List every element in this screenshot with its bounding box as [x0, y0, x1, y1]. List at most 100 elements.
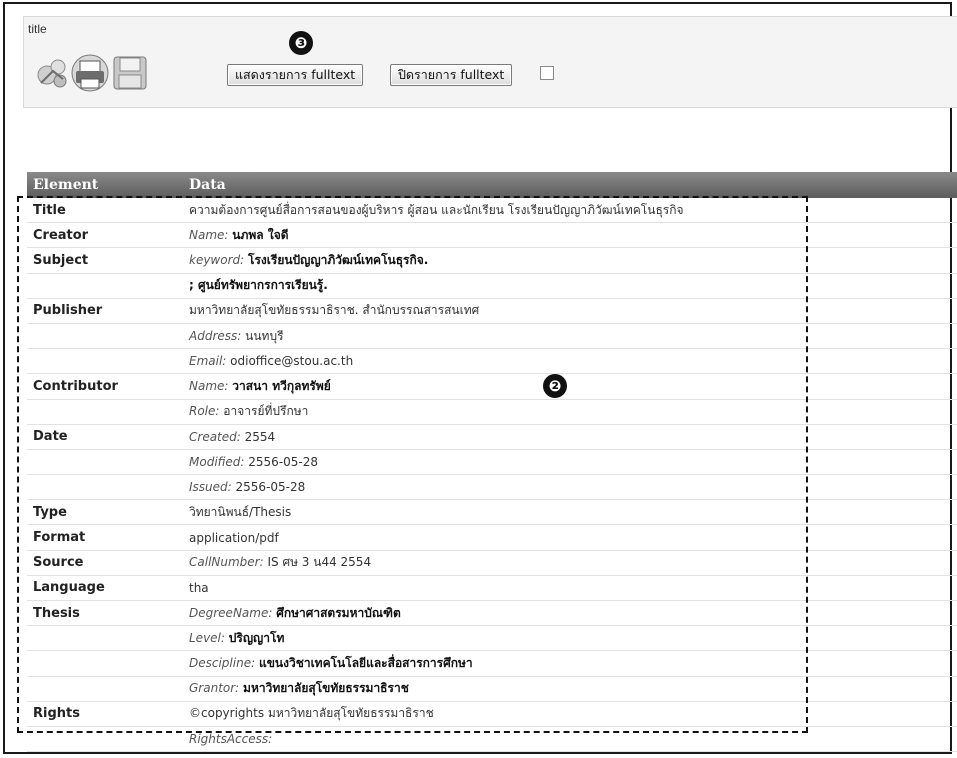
metadata-table: Element Data Title ความต้องการศูนย์สื่อกา… [27, 172, 957, 753]
data-cell: Role: อาจารย์ที่ปรึกษา [183, 399, 957, 425]
table-row: Address: นนทบุรี [27, 323, 957, 350]
element-cell [27, 650, 183, 677]
field-value: application/pdf [189, 530, 279, 545]
element-cell: Publisher [27, 298, 183, 324]
data-cell: Address: นนทบุรี [183, 323, 957, 350]
element-cell [27, 726, 183, 753]
element-cell [27, 474, 183, 501]
table-row: Issued: 2556-05-28 [27, 474, 957, 501]
data-cell: วิทยานิพนธ์/Thesis [183, 499, 957, 526]
data-cell: Issued: 2556-05-28 [183, 474, 957, 501]
data-cell: Name: นภพล ใจดี [183, 222, 957, 249]
field-value: โรงเรียนปัญญาภิวัฒน์เทคโนธุรกิจ. [248, 252, 429, 267]
field-label: Grantor: [189, 681, 240, 696]
data-cell: ©copyrights มหาวิทยาลัยสุโขทัยธรรมาธิราช [183, 701, 957, 727]
table-row: Title ความต้องการศูนย์สื่อการสอนของผู้บริ… [27, 198, 957, 224]
table-row: Source CallNumber: IS ศษ 3 น44 2554 [27, 550, 957, 576]
element-cell [27, 348, 183, 375]
element-cell: Source [27, 550, 183, 576]
field-label: Created: [189, 429, 241, 444]
table-row: Grantor: มหาวิทยาลัยสุโขทัยธรรมาธิราช [27, 676, 957, 702]
field-value: 2556-05-28 [235, 480, 306, 495]
table-row: Thesis DegreeName: ศึกษาศาสตรมหาบัณฑิต [27, 600, 957, 627]
data-cell: มหาวิทยาลัยสุโขทัยธรรมาธิราช. สำนักบรรณส… [183, 298, 957, 324]
field-value: IS ศษ 3 น44 2554 [267, 555, 372, 570]
field-value: tha [189, 580, 209, 595]
field-value: วิทยานิพนธ์/Thesis [189, 504, 292, 519]
field-value: แขนงวิชาเทคโนโลยีและสื่อสารการศึกษา [258, 655, 473, 670]
table-row: Level: ปริญญาโท [27, 625, 957, 652]
field-label: RightsAccess: [189, 732, 273, 747]
element-cell: Rights [27, 701, 183, 727]
save-icon[interactable] [110, 53, 150, 93]
data-cell: Descipline: แขนงวิชาเทคโนโลยีและสื่อสารก… [183, 650, 957, 677]
table-row: Format application/pdf [27, 524, 957, 551]
table-row: Publisher มหาวิทยาลัยสุโขทัยธรรมาธิราช. ส… [27, 298, 957, 324]
print-icon[interactable] [70, 53, 110, 93]
toolbar-panel: title แสดงรายการ fulltext ปิดรายการ full… [23, 16, 957, 108]
field-label: Issued: [189, 480, 232, 495]
field-label: Descipline: [189, 655, 256, 670]
table-row: Type วิทยานิพนธ์/Thesis [27, 499, 957, 526]
table-row: Email: odioffice@stou.ac.th [27, 348, 957, 375]
table-row: Creator Name: นภพล ใจดี [27, 222, 957, 249]
show-fulltext-button[interactable]: แสดงรายการ fulltext [227, 64, 364, 86]
hide-fulltext-button[interactable]: ปิดรายการ fulltext [390, 64, 513, 86]
annotation-badge-3: ❸ [289, 31, 313, 55]
field-value: วาสนา ทวีกุลทรัพย์ [232, 378, 331, 393]
field-value: odioffice@stou.ac.th [230, 354, 354, 369]
element-cell [27, 323, 183, 350]
element-cell: Format [27, 524, 183, 551]
field-value: 2554 [244, 429, 276, 444]
table-row: ; ศูนย์ทรัพยากรการเรียนรู้. [27, 273, 957, 299]
table-row: Date Created: 2554 [27, 424, 957, 450]
data-cell: Modified: 2556-05-28 [183, 449, 957, 476]
field-label: Address: [189, 328, 242, 343]
table-row: Modified: 2556-05-28 [27, 449, 957, 476]
table-row: Role: อาจารย์ที่ปรึกษา [27, 399, 957, 425]
field-label: DegreeName: [189, 605, 273, 620]
field-value: มหาวิทยาลัยสุโขทัยธรรมาธิราช. สำนักบรรณส… [189, 303, 480, 318]
field-value: ปริญญาโท [228, 630, 285, 645]
data-cell: DegreeName: ศึกษาศาสตรมหาบัณฑิต [183, 600, 957, 627]
table-row: Subject keyword: โรงเรียนปัญญาภิวัฒน์เทคโ… [27, 247, 957, 274]
table-row: RightsAccess: [27, 726, 957, 753]
element-cell: Creator [27, 222, 183, 249]
element-cell [27, 399, 183, 425]
field-label: Level: [189, 630, 225, 645]
element-cell [27, 625, 183, 652]
field-value: ; ศูนย์ทรัพยากรการเรียนรู้. [189, 278, 328, 293]
field-label: Modified: [189, 454, 245, 469]
data-cell: ; ศูนย์ทรัพยากรการเรียนรู้. [183, 273, 957, 299]
data-cell: Email: odioffice@stou.ac.th [183, 348, 957, 375]
element-cell: Subject [27, 247, 183, 274]
field-value: ©copyrights มหาวิทยาลัยสุโขทัยธรรมาธิราช [189, 706, 434, 721]
table-row: Language tha [27, 575, 957, 602]
field-label: Name: [189, 378, 229, 393]
data-cell: Grantor: มหาวิทยาลัยสุโขทัยธรรมาธิราช [183, 676, 957, 702]
data-cell: Created: 2554 [183, 424, 957, 450]
field-label: Email: [189, 354, 227, 369]
fulltext-checkbox[interactable] [540, 66, 554, 80]
data-cell: RightsAccess: [183, 726, 957, 753]
page-title: title [28, 22, 47, 36]
share-icon[interactable] [33, 53, 73, 93]
element-cell: Date [27, 424, 183, 450]
column-header-element: Element [27, 172, 183, 198]
column-header-data: Data [183, 172, 957, 198]
data-cell: CallNumber: IS ศษ 3 น44 2554 [183, 550, 957, 576]
field-label: CallNumber: [189, 555, 264, 570]
field-label: keyword: [189, 252, 245, 267]
field-value: ความต้องการศูนย์สื่อการสอนของผู้บริหาร ผ… [189, 202, 684, 217]
element-cell: Thesis [27, 600, 183, 627]
data-cell: keyword: โรงเรียนปัญญาภิวัฒน์เทคโนธุรกิจ… [183, 247, 957, 274]
annotation-badge-2: ❷ [543, 374, 567, 398]
element-cell [27, 273, 183, 299]
table-row: Descipline: แขนงวิชาเทคโนโลยีและสื่อสารก… [27, 650, 957, 677]
data-cell: Name: วาสนา ทวีกุลทรัพย์ [183, 373, 957, 400]
field-value: 2556-05-28 [248, 454, 319, 469]
element-cell: Language [27, 575, 183, 602]
field-value: มหาวิทยาลัยสุโขทัยธรรมาธิราช [243, 681, 409, 696]
table-row: Rights ©copyrights มหาวิทยาลัยสุโขทัยธรรม… [27, 701, 957, 727]
data-cell: ความต้องการศูนย์สื่อการสอนของผู้บริหาร ผ… [183, 198, 957, 224]
